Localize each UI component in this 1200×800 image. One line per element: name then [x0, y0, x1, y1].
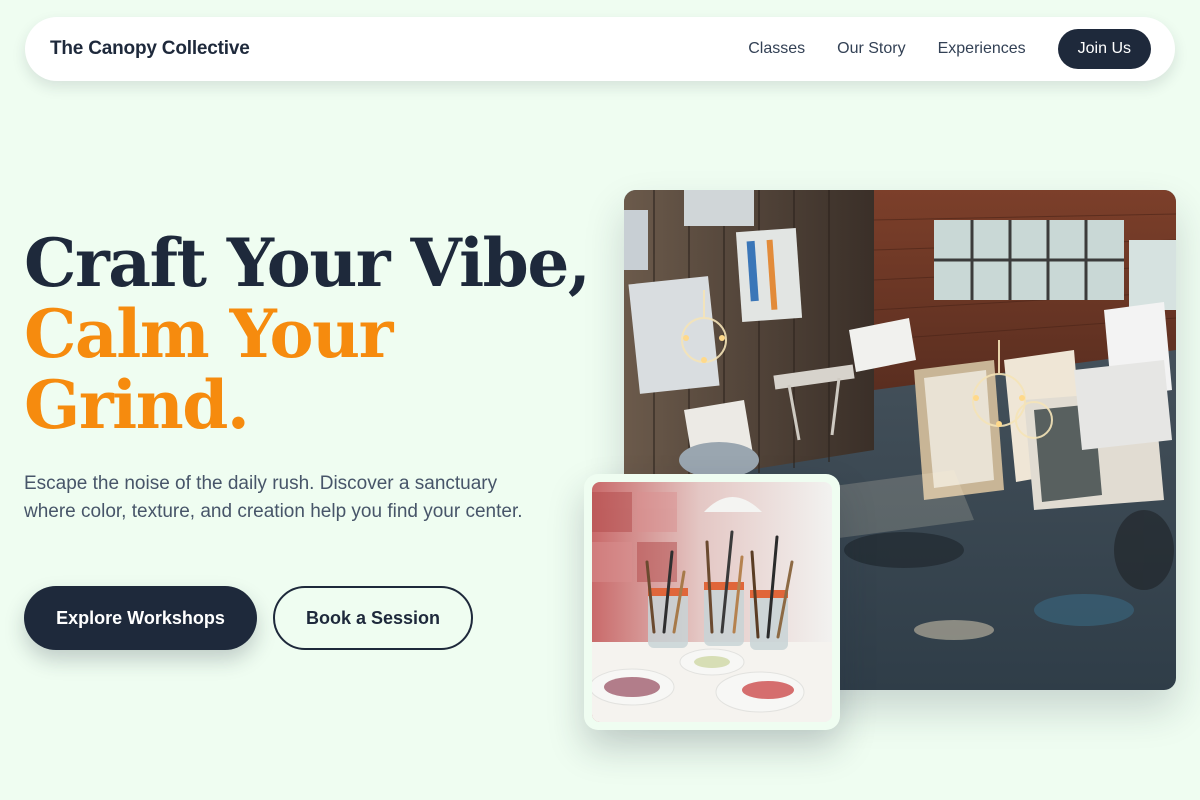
hero-description: Escape the noise of the daily rush. Disc… — [24, 473, 523, 522]
join-us-button[interactable]: Join Us — [1057, 29, 1151, 69]
nav-link-experiences[interactable]: Experiences — [938, 40, 1026, 58]
hero-headline: Craft Your Vibe, Calm Your Grind. — [24, 224, 591, 444]
headline-line-2: Calm Your — [24, 295, 393, 373]
brand-logo-text[interactable]: The Canopy Collective — [50, 38, 250, 60]
nav-link-classes[interactable]: Classes — [748, 40, 805, 58]
nav-links: Classes Our Story Experiences Join Us — [748, 29, 1151, 69]
nav-link-our-story[interactable]: Our Story — [837, 40, 905, 58]
top-navbar: The Canopy Collective Classes Our Story … — [25, 17, 1175, 81]
paint-brushes-image — [592, 482, 832, 722]
book-session-button[interactable]: Book a Session — [273, 586, 473, 650]
headline-line-3: Grind. — [24, 366, 250, 444]
headline-line-1: Craft Your Vibe, — [24, 224, 591, 302]
paint-brushes-image-card — [584, 474, 840, 730]
explore-workshops-button[interactable]: Explore Workshops — [24, 586, 257, 650]
